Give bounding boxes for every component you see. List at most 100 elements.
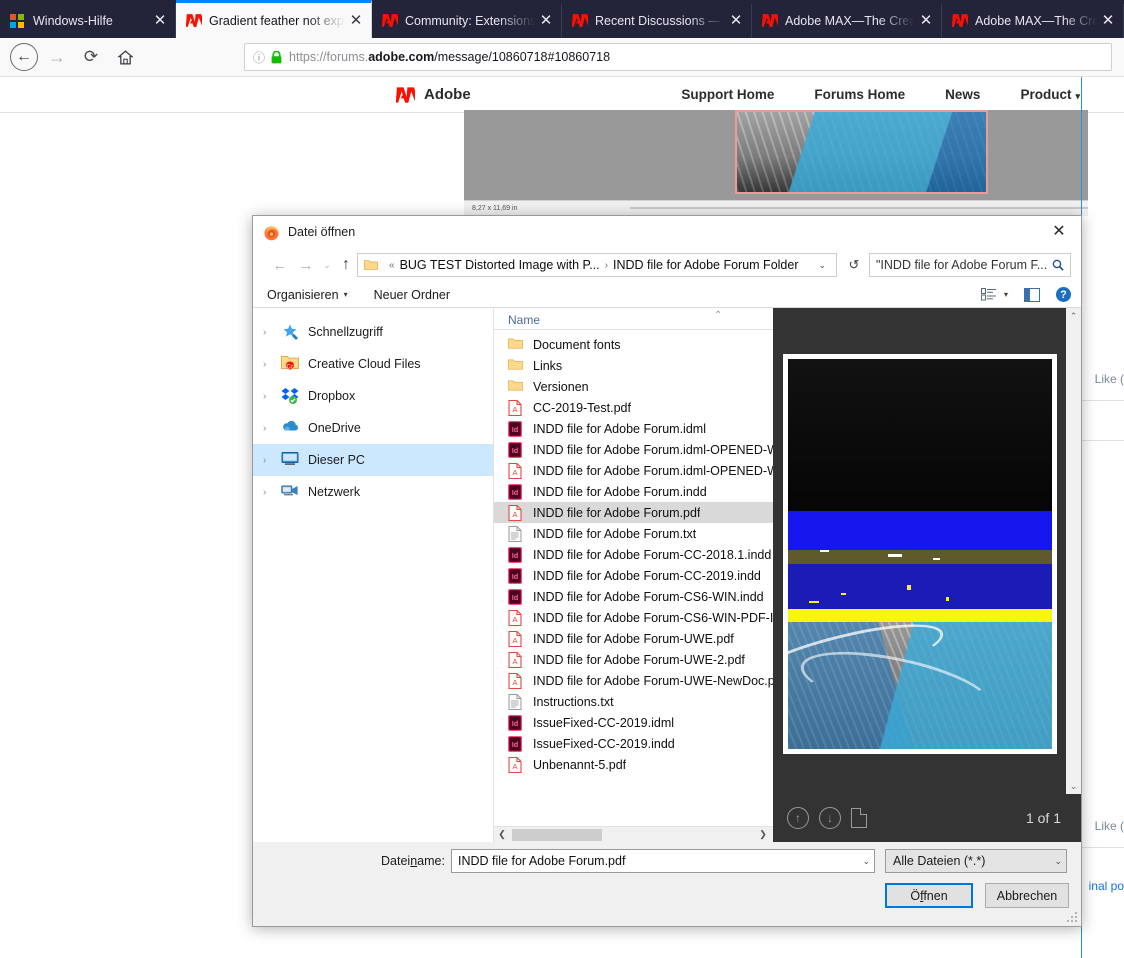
close-icon[interactable]: ✕ — [345, 10, 367, 32]
breadcrumb-segment[interactable]: INDD file for Adobe Forum Folder — [613, 258, 799, 272]
list-item[interactable]: Id INDD file for Adobe Forum-CC-2019.ind… — [494, 565, 773, 586]
browser-tab[interactable]: Windows-Hilfe ✕ — [0, 4, 176, 38]
list-item[interactable]: A INDD file for Adobe Forum-CS6-WIN-PDF-… — [494, 607, 773, 628]
indd-file-icon: Id — [508, 735, 523, 752]
sidebar-item-creative-cloud-files[interactable]: › Cc Creative Cloud Files — [253, 348, 493, 380]
file-list-horizontal-scrollbar[interactable]: ❮ ❯ — [494, 826, 773, 842]
cancel-button[interactable]: Abbrechen — [985, 883, 1069, 908]
site-info-icon[interactable]: ⓘ — [253, 49, 265, 66]
sidebar-item-schnellzugriff[interactable]: › Schnellzugriff — [253, 316, 493, 348]
adobe-brand[interactable]: Adobe — [396, 86, 471, 104]
dialog-up-button[interactable]: ↑ — [335, 252, 357, 278]
new-folder-button[interactable]: Neuer Ordner — [374, 288, 450, 302]
browser-tab-active[interactable]: Gradient feather not expo ✕ — [176, 0, 372, 38]
close-icon[interactable]: ✕ — [1037, 216, 1081, 246]
sidebar-item-netzwerk[interactable]: › Netzwerk — [253, 476, 493, 508]
breadcrumb[interactable]: « BUG TEST Distorted Image with P... › I… — [357, 253, 837, 277]
breadcrumb-segment[interactable]: BUG TEST Distorted Image with P... — [400, 258, 600, 272]
list-item[interactable]: A Unbenannt-5.pdf — [494, 754, 773, 775]
nav-news[interactable]: News — [945, 87, 980, 102]
reload-button[interactable]: ⟳ — [74, 42, 108, 72]
list-item[interactable]: Id IssueFixed-CC-2019.indd — [494, 733, 773, 754]
browser-tab[interactable]: Adobe MAX—The Creat ✕ — [942, 4, 1124, 38]
list-item[interactable]: Id INDD file for Adobe Forum.indd — [494, 481, 773, 502]
scroll-left-icon[interactable]: ❮ — [494, 829, 510, 840]
adobe-logo-icon — [952, 13, 968, 29]
original-post-link[interactable]: inal po — [1089, 879, 1124, 893]
chevron-right-icon[interactable]: › — [263, 487, 281, 498]
list-item[interactable]: A INDD file for Adobe Forum.idml-OPENED-… — [494, 460, 773, 481]
browser-tab[interactable]: Community: Extensions ✕ — [372, 4, 562, 38]
open-button[interactable]: Öffnen — [885, 883, 973, 908]
chevron-down-icon[interactable]: ⌄ — [812, 260, 832, 271]
scroll-up-icon[interactable]: ⌃ — [1066, 308, 1081, 324]
preview-previous-page-button[interactable]: ↑ — [787, 807, 809, 829]
browser-tab[interactable]: Adobe MAX—The Creati ✕ — [752, 4, 942, 38]
view-options-button[interactable]: ▾ — [980, 288, 1008, 301]
close-icon[interactable]: ✕ — [535, 10, 557, 32]
organize-menu[interactable]: Organisieren ▾ — [267, 288, 348, 302]
filetype-select[interactable]: Alle Dateien (*.*) ⌄ — [885, 849, 1067, 873]
preview-pane-toggle[interactable] — [1024, 287, 1040, 302]
nav-product-menu[interactable]: Product ▾ — [1020, 87, 1080, 102]
sidebar-item-dropbox[interactable]: › Dropbox — [253, 380, 493, 412]
refresh-button[interactable]: ↺ — [843, 253, 865, 277]
list-item[interactable]: Instructions.txt — [494, 691, 773, 712]
forward-button[interactable]: → — [40, 42, 74, 72]
dialog-forward-button[interactable]: → — [293, 252, 319, 278]
chevron-right-icon[interactable]: › — [263, 455, 281, 466]
close-icon[interactable]: ✕ — [149, 10, 171, 32]
column-header-name[interactable]: Name — [508, 313, 540, 327]
nav-forums-home[interactable]: Forums Home — [814, 87, 905, 102]
chevron-down-icon: ▾ — [343, 290, 348, 299]
search-input[interactable]: "INDD file for Adobe Forum F... — [869, 253, 1071, 277]
list-item[interactable]: A CC-2019-Test.pdf — [494, 397, 773, 418]
preview-vertical-scrollbar[interactable]: ⌃ ⌄ — [1066, 308, 1081, 794]
dialog-back-button[interactable]: ← — [267, 252, 293, 278]
indd-file-icon: Id — [508, 588, 523, 605]
browser-tab[interactable]: Recent Discussions — Ad ✕ — [562, 4, 752, 38]
preview-next-page-button[interactable]: ↓ — [819, 807, 841, 829]
list-item[interactable]: Id INDD file for Adobe Forum.idml — [494, 418, 773, 439]
filename-input[interactable]: INDD file for Adobe Forum.pdf ⌄ — [451, 849, 875, 873]
list-item[interactable]: Links — [494, 355, 773, 376]
like-label[interactable]: Like ( — [1095, 372, 1124, 386]
file-name: INDD file for Adobe Forum-UWE.pdf — [533, 631, 734, 646]
home-button[interactable] — [108, 42, 142, 72]
breadcrumb-overflow[interactable]: « — [389, 260, 395, 271]
scroll-right-icon[interactable]: ❯ — [755, 829, 771, 840]
close-icon[interactable]: ✕ — [1097, 10, 1119, 32]
list-item[interactable]: Versionen — [494, 376, 773, 397]
scroll-down-icon[interactable]: ⌄ — [1066, 778, 1081, 794]
address-bar[interactable]: ⓘ https://forums.adobe.com/message/10860… — [244, 43, 1112, 71]
list-item[interactable]: A INDD file for Adobe Forum-UWE-2.pdf — [494, 649, 773, 670]
sidebar-item-dieser-pc[interactable]: › Dieser PC — [253, 444, 493, 476]
chevron-right-icon[interactable]: › — [263, 359, 281, 370]
indd-file-icon: Id — [508, 483, 523, 500]
list-item[interactable]: Document fonts — [494, 334, 773, 355]
list-item[interactable]: Id INDD file for Adobe Forum-CS6-WIN.ind… — [494, 586, 773, 607]
list-item[interactable]: Id INDD file for Adobe Forum-CC-2018.1.i… — [494, 544, 773, 565]
resize-grip[interactable] — [1067, 912, 1079, 924]
like-label[interactable]: Like ( — [1095, 819, 1124, 833]
back-button[interactable]: ← — [8, 42, 40, 72]
chevron-right-icon[interactable]: › — [263, 423, 281, 434]
close-icon[interactable]: ✕ — [725, 10, 747, 32]
svg-text:A: A — [512, 510, 517, 519]
chevron-right-icon[interactable]: › — [263, 391, 281, 402]
list-item[interactable]: Id INDD file for Adobe Forum.idml-OPENED… — [494, 439, 773, 460]
sidebar-item-onedrive[interactable]: › OneDrive — [253, 412, 493, 444]
chevron-down-icon[interactable]: ⌄ — [856, 856, 870, 867]
list-item[interactable]: INDD file for Adobe Forum.txt — [494, 523, 773, 544]
page-icon[interactable] — [851, 808, 867, 828]
nav-support-home[interactable]: Support Home — [681, 87, 774, 102]
chevron-right-icon[interactable]: › — [263, 327, 281, 338]
list-item-selected[interactable]: A INDD file for Adobe Forum.pdf — [494, 502, 773, 523]
help-icon[interactable]: ? — [1056, 287, 1071, 302]
list-item[interactable]: A INDD file for Adobe Forum-UWE.pdf — [494, 628, 773, 649]
scrollbar-thumb[interactable] — [512, 829, 602, 841]
dialog-history-dropdown[interactable]: ⌄ — [319, 252, 335, 278]
close-icon[interactable]: ✕ — [915, 10, 937, 32]
list-item[interactable]: A INDD file for Adobe Forum-UWE-NewDoc.p… — [494, 670, 773, 691]
list-item[interactable]: Id IssueFixed-CC-2019.idml — [494, 712, 773, 733]
